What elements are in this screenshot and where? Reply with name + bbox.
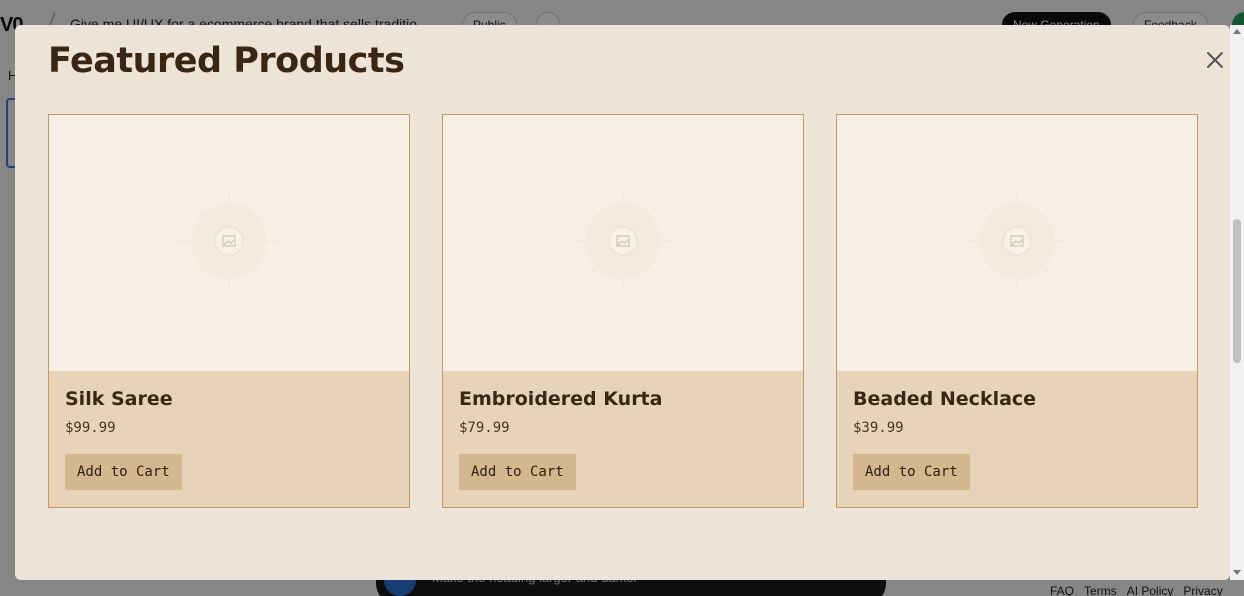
scroll-down-icon[interactable] — [1233, 570, 1241, 575]
product-price: $79.99 — [459, 420, 510, 436]
add-to-cart-button[interactable]: Add to Cart — [853, 454, 970, 490]
product-preview-modal: Featured Products Silk Saree $99.99 Add … — [15, 25, 1230, 580]
product-name: Beaded Necklace — [853, 388, 1037, 410]
product-image — [49, 115, 409, 371]
scrollbar[interactable] — [1230, 25, 1244, 580]
image-placeholder-icon — [967, 191, 1067, 291]
modal-title: Featured Products — [48, 41, 405, 81]
product-price: $39.99 — [853, 420, 904, 436]
scrollbar-thumb[interactable] — [1233, 219, 1241, 363]
image-placeholder-icon — [573, 191, 673, 291]
product-name: Embroidered Kurta — [459, 388, 663, 410]
add-to-cart-button[interactable]: Add to Cart — [459, 454, 576, 490]
product-price: $99.99 — [65, 420, 116, 436]
product-info: Beaded Necklace $39.99 Add to Cart — [837, 371, 1197, 490]
product-info: Embroidered Kurta $79.99 Add to Cart — [443, 371, 803, 490]
scroll-up-icon[interactable] — [1233, 29, 1241, 34]
product-grid: Silk Saree $99.99 Add to Cart Embroidere… — [48, 114, 1200, 509]
product-info: Silk Saree $99.99 Add to Cart — [49, 371, 409, 490]
product-card: Beaded Necklace $39.99 Add to Cart — [836, 114, 1198, 508]
close-icon — [1207, 52, 1223, 68]
product-card: Embroidered Kurta $79.99 Add to Cart — [442, 114, 804, 508]
add-to-cart-button[interactable]: Add to Cart — [65, 454, 182, 490]
close-button[interactable] — [1202, 47, 1228, 73]
image-placeholder-icon — [179, 191, 279, 291]
product-card: Silk Saree $99.99 Add to Cart — [48, 114, 410, 508]
product-image — [443, 115, 803, 371]
product-image — [837, 115, 1197, 371]
product-name: Silk Saree — [65, 388, 173, 410]
